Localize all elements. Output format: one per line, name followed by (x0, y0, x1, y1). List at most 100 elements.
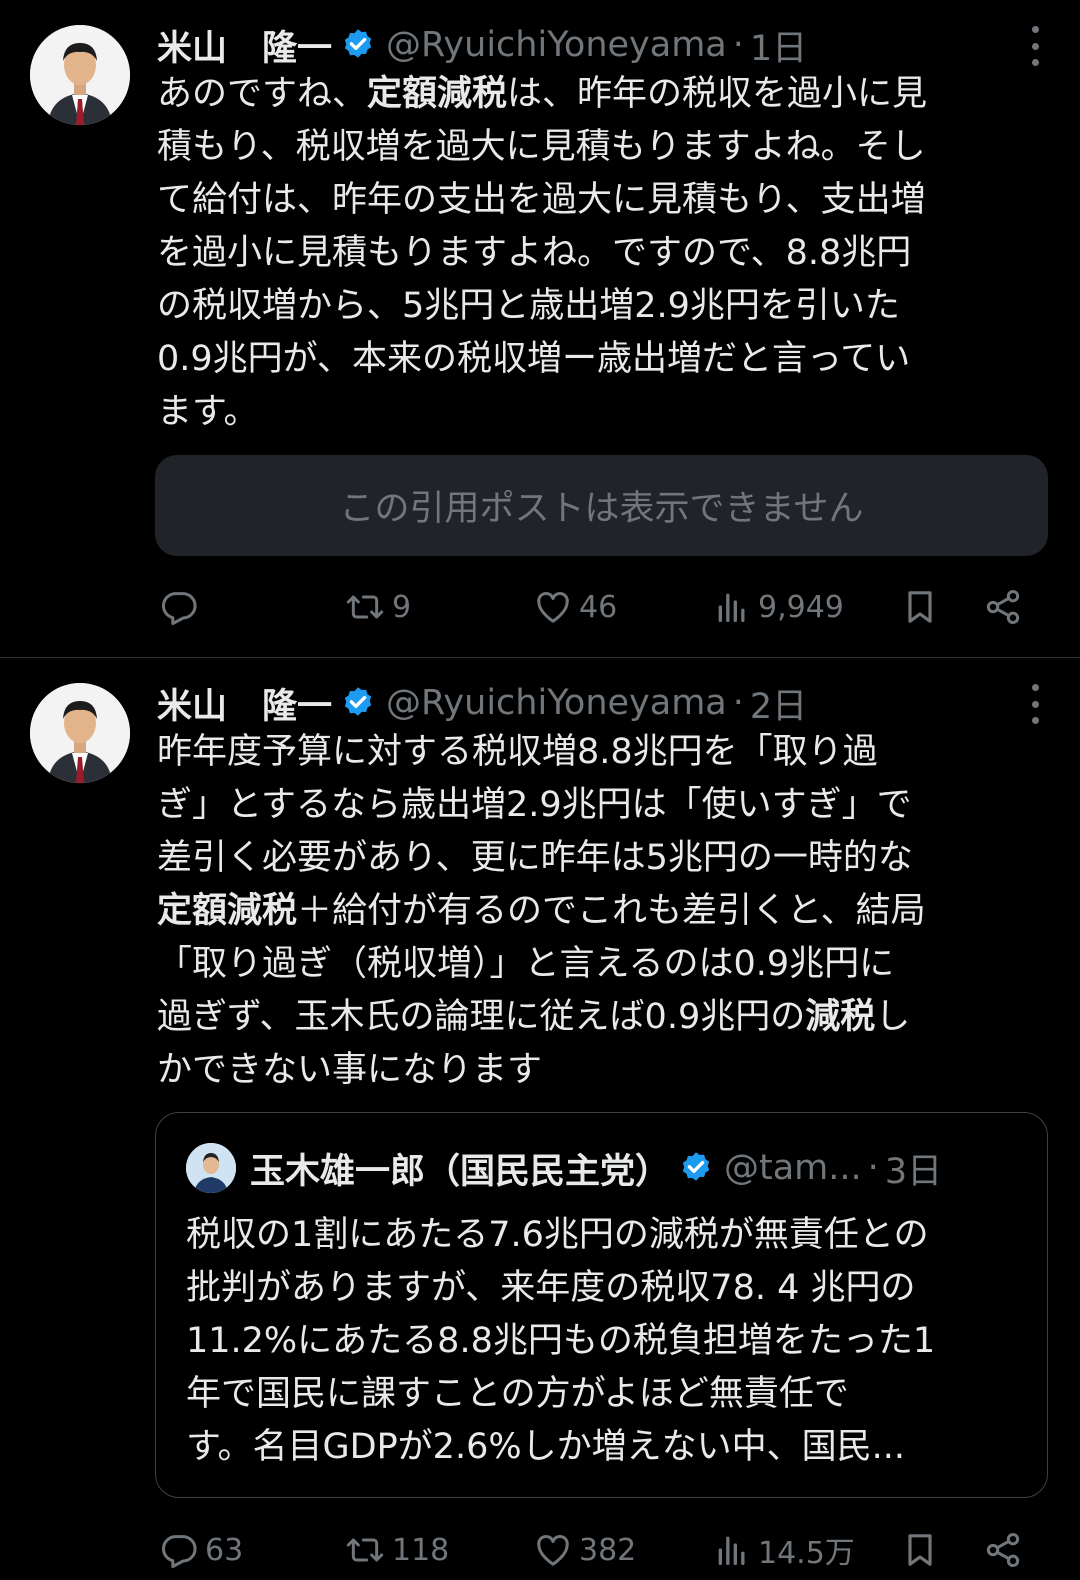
author-name[interactable]: 米山 隆一 (157, 20, 332, 71)
tweet-text-line: ぎ」とするなら歳出増2.9兆円は「使いすぎ」で (157, 779, 1042, 832)
share-icon (986, 1533, 1020, 1567)
tweet-header: 米山 隆一 @RyuichiYoneyama · 2日 (157, 678, 807, 728)
tweet-text-line: 定額減税＋給付が有るのでこれも差引くと、結局 (157, 885, 1042, 938)
text-segment: 積もり、税収増を過大に見積もりますよね。そし (157, 127, 926, 167)
author-name[interactable]: 米山 隆一 (157, 678, 332, 729)
separator-dot: · (867, 1148, 879, 1188)
quoted-text-line: 11.2%にあたる8.8兆円もの税負担増をたった1 (186, 1321, 936, 1361)
bookmark-icon (908, 591, 932, 623)
tweet[interactable]: 米山 隆一 @RyuichiYoneyama · 2日 昨年度予算に対する税収増… (0, 658, 1080, 1571)
views-count: 14.5万 (758, 1536, 855, 1571)
share-button[interactable] (983, 1520, 1023, 1580)
quoted-tweet[interactable]: 玉木雄一郎（国民民主党） @tam... · 3日 税収の1割にあたる7.6兆円… (155, 1112, 1048, 1498)
text-segment: 昨年度予算に対する税収増8.8兆円を「取り過 (157, 732, 878, 772)
tweet-text-line: 0.9兆円が、本来の税収増ー歳出増だと言ってい (157, 333, 1042, 386)
views-icon (718, 593, 745, 622)
action-bar: 9 46 9,949 (157, 577, 1037, 637)
quoted-text-line: 批判がありますが、来年度の税収78. 4 兆円の (186, 1268, 916, 1308)
text-segment: を過小に見積もりますよね。ですので、8.8兆円 (157, 233, 912, 273)
repost-count: 9 (392, 589, 412, 625)
quoted-tweet-header: 玉木雄一郎（国民民主党） @tam... · 3日 (186, 1143, 942, 1193)
hashtag-term[interactable]: 減税 (805, 997, 875, 1037)
separator-dot: · (732, 25, 744, 65)
author-handle[interactable]: @RyuichiYoneyama (386, 25, 727, 65)
hashtag-term[interactable]: 定額減税 (367, 74, 507, 114)
quote-unavailable-notice: この引用ポストは表示できません (155, 455, 1048, 556)
quoted-text-line: す。名目GDPが2.6%しか増えない中、国民... (186, 1427, 905, 1467)
repost-button[interactable]: 118 (344, 1520, 449, 1580)
tweet-text-line: を過小に見積もりますよね。ですので、8.8兆円 (157, 227, 1042, 280)
bookmark-button[interactable] (900, 577, 940, 637)
text-segment: の税収増から、5兆円と歳出増2.9兆円を引いた (157, 286, 900, 326)
reply-icon (161, 592, 197, 625)
quoted-author-name: 玉木雄一郎（国民民主党） (250, 1151, 671, 1192)
author-avatar[interactable] (30, 25, 130, 125)
like-icon (537, 1534, 569, 1566)
text-segment: 0.9兆円が、本来の税収増ー歳出増だと言ってい (157, 339, 911, 379)
tweet-text-line: かできない事になります (157, 1044, 1042, 1097)
repost-button[interactable]: 9 (344, 577, 411, 637)
reply-button[interactable] (159, 577, 205, 637)
quoted-author-handle: @tam... (724, 1148, 862, 1188)
text-segment: は、昨年の税収を過小に見 (507, 74, 928, 114)
tweet-text-line: 差引く必要があり、更に昨年は5兆円の一時的な (157, 832, 1042, 885)
views-count: 9,949 (758, 589, 844, 625)
author-handle[interactable]: @RyuichiYoneyama (386, 683, 727, 723)
action-bar: 63 118 382 14.5万 (157, 1520, 1037, 1580)
share-button[interactable] (983, 577, 1023, 637)
tweet-text: あのですね、定額減税は、昨年の税収を過小に見積もり、税収増を過大に見積もりますよ… (157, 68, 1042, 439)
more-icon[interactable] (1028, 26, 1042, 66)
quoted-text-line: 税収の1割にあたる7.6兆円の減税が無責任との (186, 1215, 929, 1255)
reply-count: 63 (205, 1532, 244, 1568)
separator-dot: · (732, 683, 744, 723)
tweet-header: 米山 隆一 @RyuichiYoneyama · 1日 (157, 20, 807, 70)
tweet-text-line: 積もり、税収増を過大に見積もりますよね。そし (157, 121, 1042, 174)
text-segment: 「取り過ぎ（税収増）」と言えるのは0.9兆円に (157, 944, 895, 984)
like-button[interactable]: 382 (533, 1520, 636, 1580)
tweet-text-line: 昨年度予算に対する税収増8.8兆円を「取り過 (157, 726, 1042, 779)
quoted-timestamp: 3日 (884, 1151, 943, 1192)
tweet[interactable]: 米山 隆一 @RyuichiYoneyama · 1日 あのですね、定額減税は、… (0, 0, 1080, 658)
like-button[interactable]: 46 (533, 577, 617, 637)
verified-badge-icon (344, 29, 372, 58)
more-icon[interactable] (1028, 684, 1042, 724)
timestamp[interactable]: 2日 (750, 678, 807, 729)
like-count: 382 (579, 1532, 637, 1568)
like-icon (537, 591, 569, 623)
repost-count: 118 (392, 1532, 450, 1568)
verified-badge-icon (682, 1152, 710, 1181)
text-segment: あのですね、 (157, 74, 368, 114)
hashtag-term[interactable]: 定額減税 (157, 891, 297, 931)
tweet-text-line: 「取り過ぎ（税収増）」と言えるのは0.9兆円に (157, 938, 1042, 991)
author-avatar[interactable] (30, 683, 130, 783)
text-segment: ます。 (157, 392, 259, 432)
views-button[interactable]: 14.5万 (712, 1520, 855, 1580)
tweet-text-line: の税収増から、5兆円と歳出増2.9兆円を引いた (157, 280, 1042, 333)
tweet-text-line: あのですね、定額減税は、昨年の税収を過小に見 (157, 68, 1042, 121)
like-count: 46 (579, 589, 618, 625)
tweet-text-line: ます。 (157, 386, 1042, 439)
text-segment: て給付は、昨年の支出を過大に見積もり、支出増 (157, 180, 926, 220)
share-icon (986, 590, 1020, 624)
text-segment: かできない事になります (157, 1050, 543, 1090)
text-segment: ＋給付が有るのでこれも差引くと、結局 (297, 891, 926, 931)
reply-icon (161, 1535, 197, 1568)
text-segment: 差引く必要があり、更に昨年は5兆円の一時的な (157, 838, 913, 878)
tweet-text: 昨年度予算に対する税収増8.8兆円を「取り過 ぎ」とするなら歳出増2.9兆円は「使… (157, 726, 1042, 1097)
repost-icon (346, 595, 384, 619)
tweet-text-line: て給付は、昨年の支出を過大に見積もり、支出増 (157, 174, 1042, 227)
quoted-author-avatar (186, 1143, 236, 1193)
repost-icon (346, 1538, 384, 1562)
views-icon (718, 1536, 745, 1565)
bookmark-button[interactable] (900, 1520, 940, 1580)
text-segment: ぎ」とするなら歳出増2.9兆円は「使いすぎ」で (157, 785, 912, 825)
bookmark-icon (908, 1534, 932, 1566)
quoted-text-line: 年で国民に課すことの方がよほど無責任で (186, 1374, 849, 1414)
views-button[interactable]: 9,949 (712, 577, 844, 637)
tweet-text-line: 過ぎず、玉木氏の論理に従えば0.9兆円の減税し (157, 991, 1042, 1044)
timestamp[interactable]: 1日 (750, 20, 807, 71)
reply-button[interactable]: 63 (159, 1520, 243, 1580)
text-segment: 過ぎず、玉木氏の論理に従えば0.9兆円の (157, 997, 806, 1037)
verified-badge-icon (344, 687, 372, 716)
text-segment: し (875, 997, 911, 1037)
